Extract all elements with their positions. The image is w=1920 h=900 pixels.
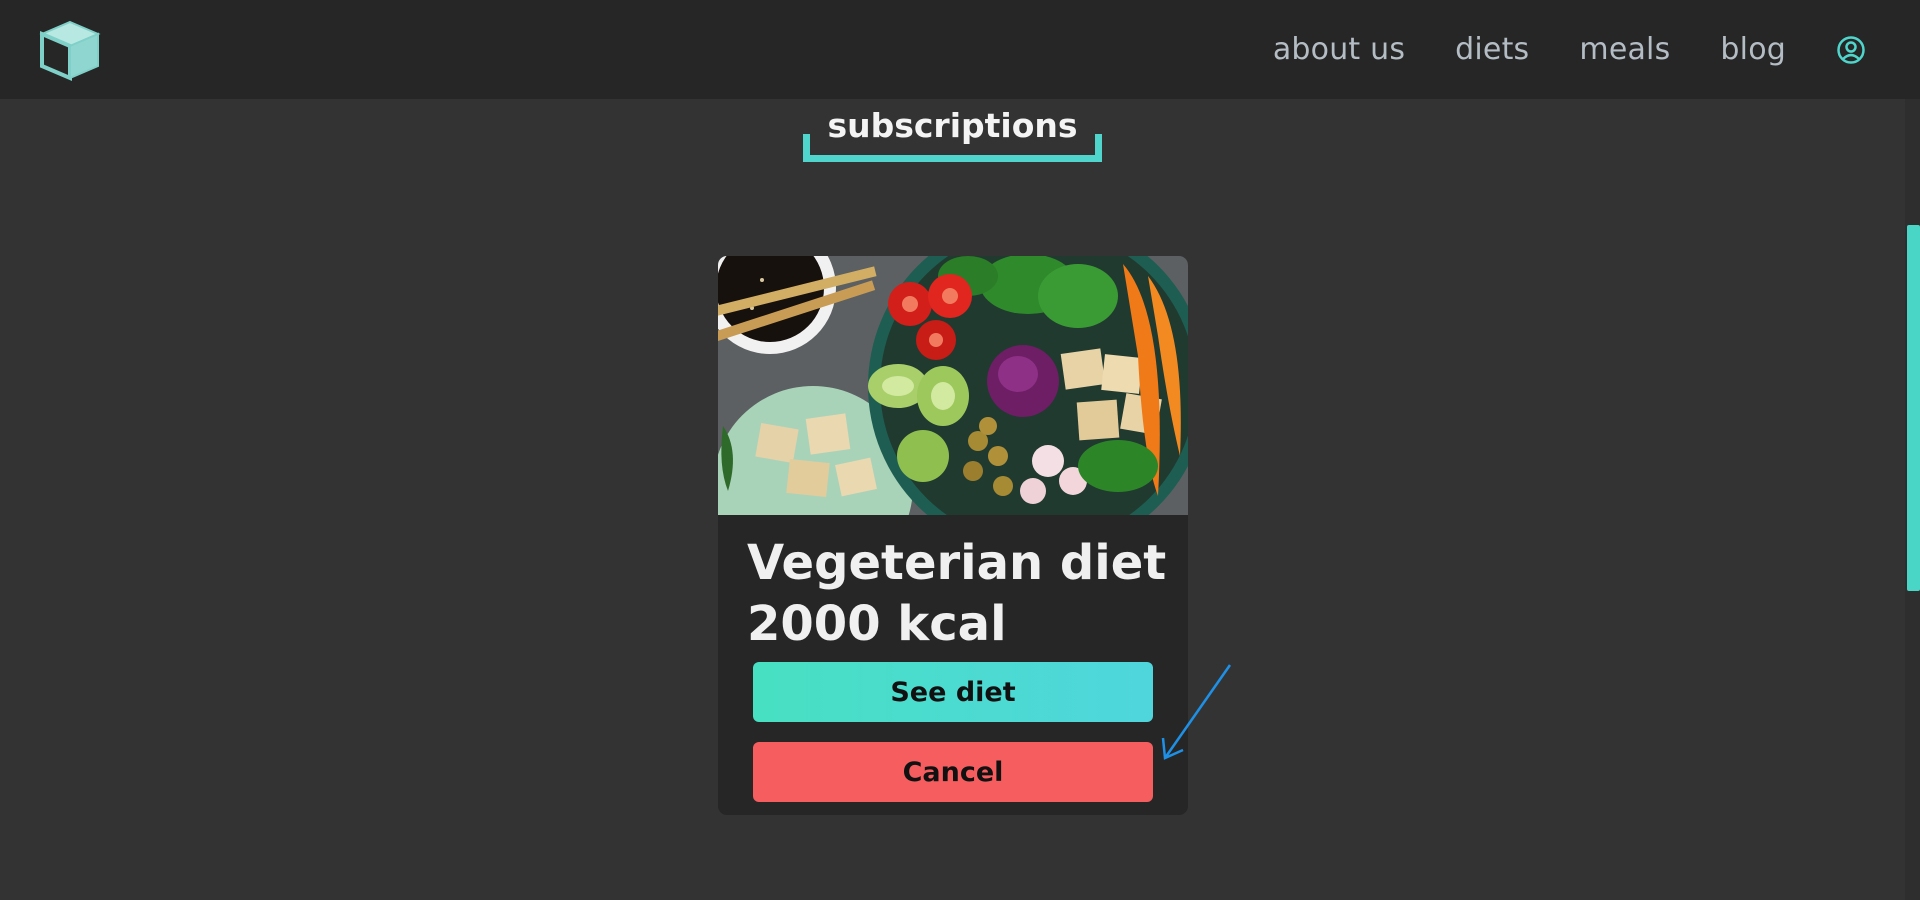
cube-icon[interactable] <box>38 18 102 82</box>
scrollbar-thumb[interactable] <box>1907 225 1920 591</box>
diet-title: Vegeterian diet 2000 kcal <box>747 533 1167 655</box>
nav-link-blog[interactable]: blog <box>1720 32 1786 67</box>
nav-link-meals[interactable]: meals <box>1579 32 1670 67</box>
user-circle-icon[interactable] <box>1836 35 1866 65</box>
cancel-button[interactable]: Cancel <box>753 742 1153 802</box>
nav-link-about-us[interactable]: about us <box>1273 32 1405 67</box>
section-heading: subscriptions <box>803 104 1102 162</box>
navbar: about us diets meals blog <box>0 0 1920 99</box>
page: about us diets meals blog subscriptions <box>0 0 1920 900</box>
see-diet-button[interactable]: See diet <box>753 662 1153 722</box>
diet-name: Vegeterian diet <box>747 535 1167 591</box>
diet-calories: 2000 kcal <box>747 596 1007 652</box>
annotation-arrow-icon <box>1161 664 1232 760</box>
nav-link-diets[interactable]: diets <box>1455 32 1529 67</box>
nav-menu: about us diets meals blog <box>1273 0 1920 99</box>
subscription-card: Vegeterian diet 2000 kcal See diet Cance… <box>718 256 1188 815</box>
vegetarian-bowl-photo <box>718 256 1188 515</box>
page-title: subscriptions <box>827 106 1078 145</box>
